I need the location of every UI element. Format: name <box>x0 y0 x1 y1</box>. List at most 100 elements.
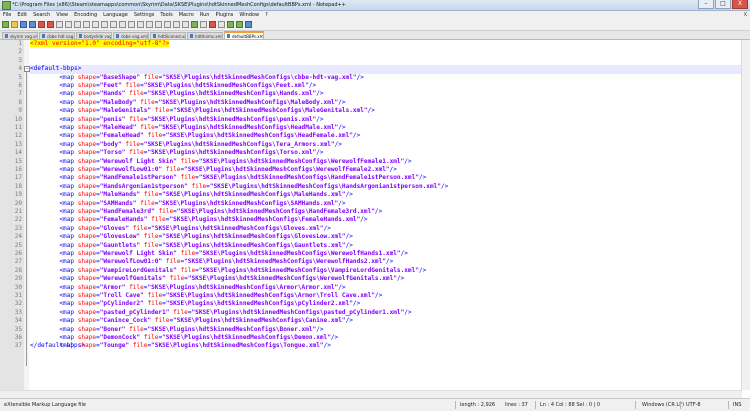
tab-3[interactable]: cbbe vag.xml <box>113 32 149 39</box>
menu-run[interactable]: Run <box>197 11 213 19</box>
line-number: 13 <box>14 140 22 148</box>
menu-view[interactable]: View <box>53 11 71 19</box>
print-icon[interactable] <box>56 21 63 28</box>
shape-attr: shape <box>77 283 97 291</box>
close-button[interactable]: X <box>732 0 748 9</box>
status-encoding[interactable]: UTF-8 <box>686 399 701 411</box>
map-tag-open: <map <box>59 191 75 199</box>
menu-window[interactable]: Window <box>236 11 262 19</box>
menu-help[interactable]: ? <box>262 11 271 19</box>
menu-settings[interactable]: Settings <box>131 11 158 19</box>
open-file-icon[interactable] <box>11 21 18 28</box>
menu-macro[interactable]: Macro <box>176 11 197 19</box>
shape-attr: shape <box>77 174 97 182</box>
file-attr: file <box>143 233 159 241</box>
shape-attr: shape <box>77 317 97 325</box>
undo-icon[interactable] <box>92 21 99 28</box>
line-number: 1 <box>18 40 22 47</box>
line-number: 22 <box>14 216 22 224</box>
shape-value: "pasted_pCylinder1" <box>99 308 170 316</box>
file-attr: file <box>169 275 185 283</box>
stop-macro-icon[interactable] <box>218 21 225 28</box>
doc-map-icon[interactable] <box>200 21 207 28</box>
status-length: length : 2,926 <box>460 402 496 408</box>
code-line-37: </default-bbps> <box>30 342 85 350</box>
status-mode[interactable]: INS <box>733 399 741 411</box>
menu-edit[interactable]: Edit <box>14 11 30 19</box>
menu-tools[interactable]: Tools <box>157 11 175 19</box>
new-file-icon[interactable] <box>2 21 9 28</box>
minimize-button[interactable]: – <box>698 0 714 9</box>
file-value: "SKSE\Plugins\hdtSkinnedMeshConfigs\Head… <box>158 124 339 131</box>
tab-4[interactable]: hdtSkinned.xml <box>150 32 186 39</box>
run-macro-multiple-icon[interactable] <box>236 21 243 28</box>
save-icon[interactable] <box>20 21 27 28</box>
find-icon[interactable] <box>110 21 117 28</box>
file-attr: file <box>154 317 170 325</box>
line-number: 10 <box>14 115 22 123</box>
close-all-icon[interactable] <box>47 21 54 28</box>
map-tag-close: /> <box>360 216 368 224</box>
file-attr: file <box>180 250 196 257</box>
tab-2[interactable]: bodyslide vag.xml <box>76 32 112 39</box>
map-tag-close: /> <box>385 258 394 266</box>
indent-guide-icon[interactable] <box>182 21 189 28</box>
menu-encoding[interactable]: Encoding <box>71 11 100 19</box>
status-eol[interactable]: Windows (CR LF) <box>642 399 684 411</box>
tab-6[interactable]: defaultBBPs.xml✕ <box>224 31 264 39</box>
close-document-icon[interactable]: X <box>744 11 747 19</box>
code-line-33: <map shape="pasted_pCylinder1" file="SKS… <box>30 308 411 317</box>
menu-search[interactable]: Search <box>30 11 53 19</box>
paste-icon[interactable] <box>83 21 90 28</box>
map-tag-close: /> <box>440 182 449 190</box>
code-line-30: <map shape="Armor" file="SKSE\Plugins\hd… <box>30 283 346 292</box>
sync-horizontal-icon[interactable] <box>155 21 162 28</box>
editor-area[interactable]: 1 2 3 4 5 6 7 8 9 10 11 12 13 14 15 16 17 18 19 20 21 22 23 24 2… <box>0 40 750 398</box>
maximize-button[interactable]: □ <box>715 0 731 9</box>
line-number: 28 <box>14 266 22 274</box>
code-line-34: <map shape="Canince_Cock" file="SKSE\Plu… <box>30 317 353 325</box>
tab-1[interactable]: cbbe hdt vag.xml <box>39 32 75 39</box>
show-all-chars-icon[interactable] <box>173 21 180 28</box>
map-tag-close: /> <box>418 174 427 182</box>
save-all-icon[interactable] <box>29 21 36 28</box>
sync-vertical-icon[interactable] <box>146 21 153 28</box>
file-attr: file <box>173 308 188 316</box>
shape-value: "GlovesLow" <box>99 233 141 241</box>
menu-file[interactable]: File <box>0 11 14 19</box>
code-line-28: <map shape="VampireLordGenitals" file="S… <box>30 267 426 275</box>
word-wrap-icon[interactable] <box>164 21 171 28</box>
record-macro-icon[interactable] <box>209 21 216 28</box>
map-tag-open: <map <box>59 325 75 333</box>
line-number: 3 <box>18 56 22 64</box>
save-macro-icon[interactable] <box>245 21 252 28</box>
play-macro-icon[interactable] <box>227 21 234 28</box>
lang-icon[interactable] <box>191 21 198 28</box>
file-value: "SKSE\Plugins\hdtSkinnedMeshConfigs\Were… <box>184 258 386 266</box>
tab-0[interactable]: skyrim vag.xml <box>2 32 38 39</box>
map-tag-close: /> <box>330 334 339 341</box>
xml-declaration: <?xml version="1.0" encoding="utf-8"?> <box>30 40 170 47</box>
window-controls: – □ X <box>697 0 748 10</box>
replace-icon[interactable] <box>119 21 126 28</box>
shape-value: "Werewolf Light Skin" <box>99 157 177 165</box>
file-value: "SKSE\Plugins\hdtSkinnedMeshConfigs\Vamp… <box>198 266 419 274</box>
map-tag-open: <map <box>59 73 75 81</box>
redo-icon[interactable] <box>101 21 108 28</box>
line-number-gutter: 1 2 3 4 5 6 7 8 9 10 11 12 13 14 15 16 17 18 19 20 21 22 23 24 2… <box>0 40 25 398</box>
menu-plugins[interactable]: Plugins <box>212 11 236 19</box>
tab-5[interactable]: hdtAnims.xml <box>187 32 223 39</box>
vertical-scrollbar[interactable] <box>741 40 750 390</box>
zoom-in-icon[interactable] <box>128 21 135 28</box>
map-tag-close: /> <box>334 140 342 148</box>
shape-attr: shape <box>77 275 97 283</box>
shape-value: "Troll Cave" <box>99 292 144 299</box>
close-file-icon[interactable] <box>38 21 45 28</box>
zoom-out-icon[interactable] <box>137 21 144 28</box>
map-tag-close: /> <box>338 283 346 291</box>
menu-language[interactable]: Language <box>100 11 131 19</box>
cut-icon[interactable] <box>65 21 72 28</box>
map-tag-close: /> <box>338 98 346 106</box>
map-tag-close: /> <box>338 124 346 131</box>
copy-icon[interactable] <box>74 21 81 28</box>
